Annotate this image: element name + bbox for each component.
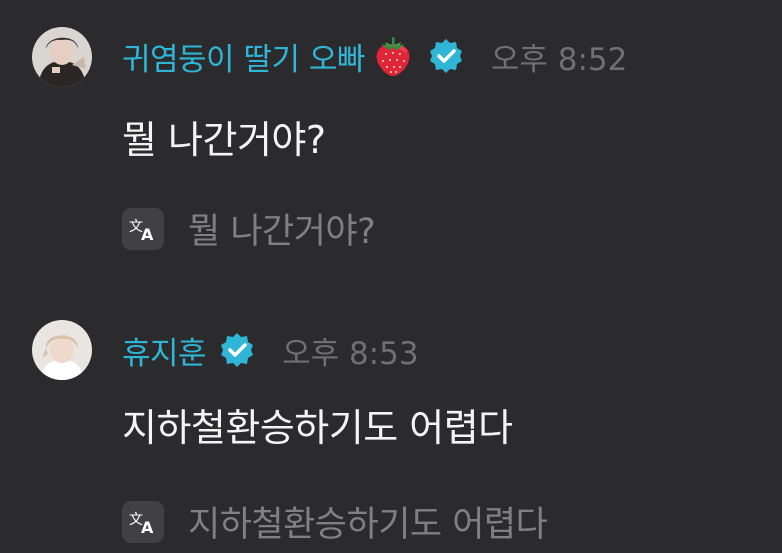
translate-button[interactable]: 文 A (122, 500, 164, 543)
message-header: 귀염둥이 딸기 오빠 오후 8:52 (122, 31, 627, 81)
message-text: 지하철환승하기도 어렵다 (122, 406, 513, 450)
translation-text: 뭘 나간거야? (188, 212, 376, 252)
translate-button[interactable]: 文 A (122, 207, 164, 250)
svg-text:A: A (141, 518, 154, 535)
translation-text: 지하철환승하기도 어렵다 (188, 505, 548, 545)
username[interactable]: 휴지훈 (122, 328, 207, 373)
verified-badge-icon (218, 331, 256, 369)
translation-row: 文 A 뭘 나간거야? (122, 203, 376, 254)
translate-icon: 文 A (129, 219, 154, 242)
message-text: 뭘 나간거야? (122, 118, 326, 162)
translate-icon: 文 A (129, 512, 154, 535)
timestamp: 오후 8:52 (490, 41, 628, 78)
chat-message: 휴지훈 오후 8:53 지하철환승하기도 어렵다 文 A 지하철환승하기도 어렵… (0, 290, 782, 553)
verified-badge-icon (427, 37, 465, 75)
translation-row: 文 A 지하철환승하기도 어렵다 (122, 496, 548, 547)
avatar[interactable] (32, 27, 92, 87)
avatar[interactable] (32, 320, 92, 380)
chat-message: 귀염둥이 딸기 오빠 오후 8:52 뭘 나간거야? 文 A 뭘 나간거야? (0, 0, 782, 290)
username[interactable]: 귀염둥이 딸기 오빠 (122, 34, 365, 79)
strawberry-icon (371, 34, 415, 78)
timestamp: 오후 8:53 (282, 335, 419, 372)
svg-text:A: A (141, 225, 154, 242)
message-header: 휴지훈 오후 8:53 (122, 325, 419, 375)
